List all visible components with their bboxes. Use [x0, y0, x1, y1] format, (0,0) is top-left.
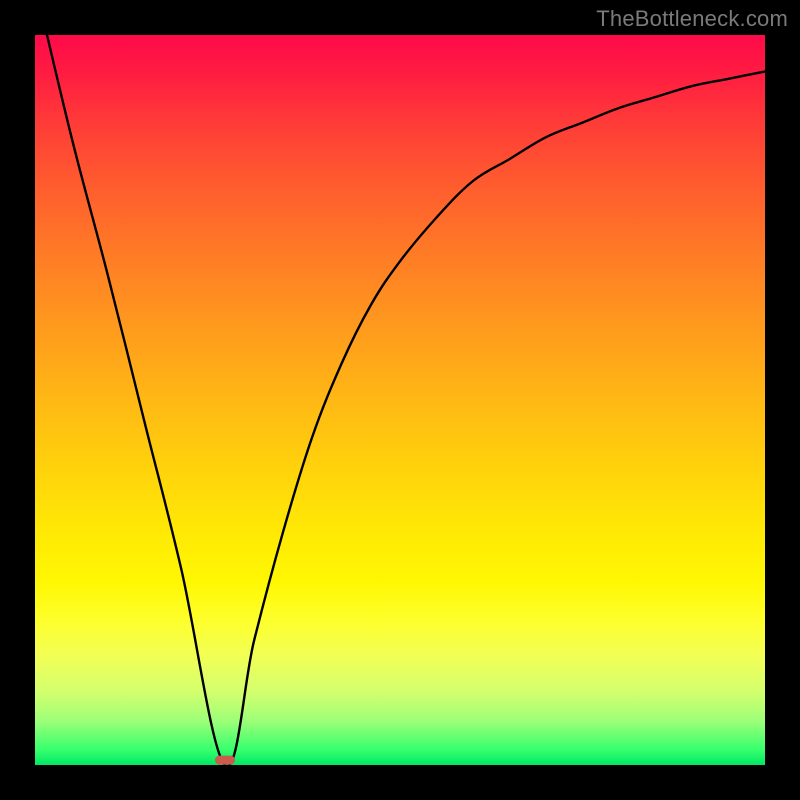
plot-area: [35, 35, 765, 765]
bottleneck-curve: [35, 35, 765, 765]
optimal-point-marker: [215, 756, 235, 765]
chart-frame: TheBottleneck.com: [0, 0, 800, 800]
watermark-text: TheBottleneck.com: [596, 6, 788, 32]
